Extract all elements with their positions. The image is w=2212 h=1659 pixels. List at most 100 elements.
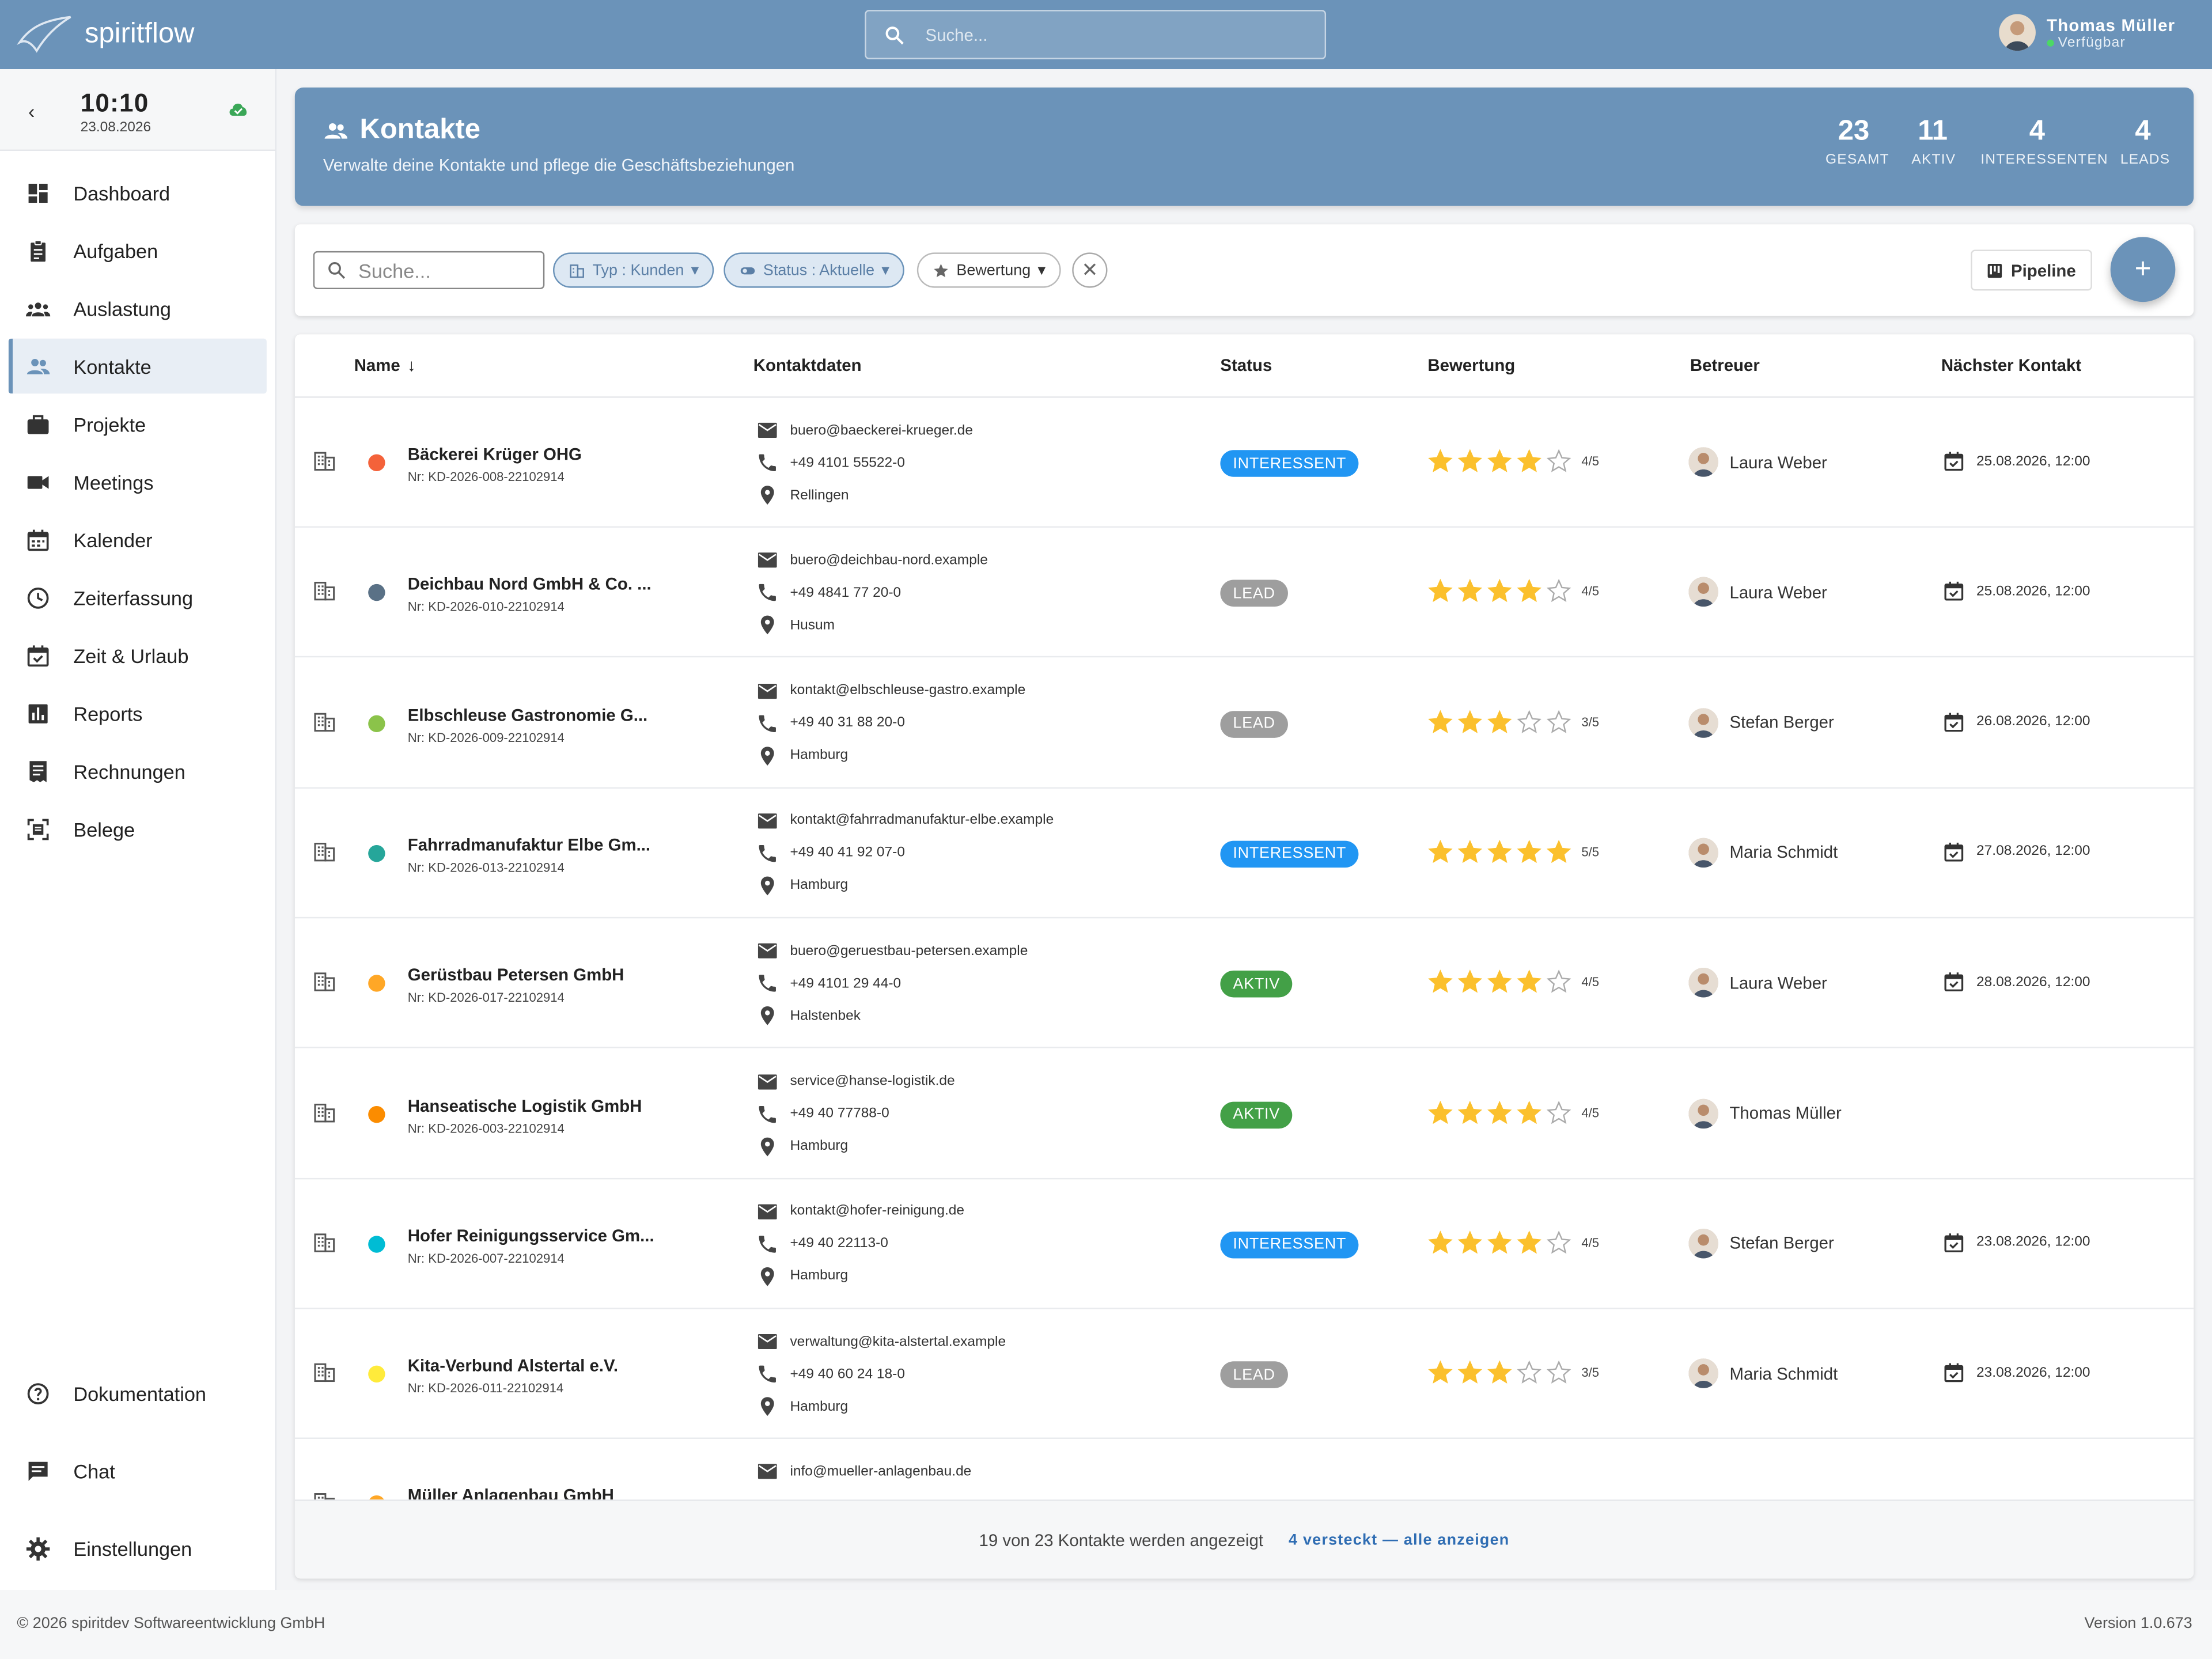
contact-city: Husum (756, 614, 835, 637)
sidebar-item-dashboard[interactable]: Dashboard (9, 165, 267, 221)
phone-icon (759, 1365, 776, 1383)
contact-search[interactable] (313, 251, 545, 290)
filter-status-chip[interactable]: Status : Aktuelle ▾ (724, 252, 905, 288)
column-header-betreuer[interactable]: Betreuer (1690, 355, 1760, 375)
location-pin-icon (760, 616, 774, 635)
sidebar-item-aufgaben[interactable]: Aufgaben (9, 223, 267, 278)
user-status: Verfügbar (2047, 35, 2175, 50)
star-filled-icon (1487, 579, 1512, 603)
status-badge: INTERESSENT (1220, 1231, 1359, 1259)
contact-number: Nr: KD-2026-017-22102914 (407, 990, 565, 1005)
clock-widget: ‹ 10:10 23.08.2026 (0, 69, 275, 151)
table-row[interactable]: Bäckerei Krüger OHG Nr: KD-2026-008-22102… (294, 398, 2194, 528)
column-header-bewertung[interactable]: Bewertung (1427, 355, 1515, 375)
contact-email[interactable]: service@hanse-logistik.de (756, 1070, 955, 1093)
contact-email[interactable]: info@mueller-anlagenbau.de (756, 1461, 971, 1483)
contact-email[interactable]: buero@baeckerei-krueger.de (756, 419, 973, 441)
rating-stars[interactable]: 4/5 (1427, 449, 1599, 474)
phone-text: +49 40 41 92 07-0 (790, 845, 905, 861)
column-header-name[interactable]: Name ↓ (354, 355, 416, 375)
sidebar-item-belege[interactable]: Belege (9, 801, 267, 857)
table-row[interactable]: Fahrradmanufaktur Elbe Gm... Nr: KD-2026-… (294, 789, 2194, 919)
clear-filters-button[interactable]: ✕ (1072, 252, 1108, 288)
people-icon (324, 122, 348, 138)
table-header: Name ↓ Kontaktdaten Status Bewertung Betr… (294, 334, 2194, 398)
calendar-check-icon (1944, 712, 1964, 732)
table-row[interactable]: Elbschleuse Gastronomie G... Nr: KD-2026-… (294, 658, 2194, 788)
contact-name[interactable]: Hanseatische Logistik GmbH (408, 1096, 642, 1115)
mail-icon (757, 683, 777, 699)
filter-rating-chip[interactable]: Bewertung ▾ (916, 252, 1061, 288)
sidebar-item-meetings[interactable]: Meetings (9, 454, 267, 510)
sidebar-item-kalender[interactable]: Kalender (9, 512, 267, 567)
contact-phone[interactable]: +49 40 31 88 20-0 (756, 712, 905, 734)
contact-email[interactable]: buero@deichbau-nord.example (756, 549, 988, 571)
filter-type-label: Typ : Kunden (592, 262, 684, 279)
column-header-kontaktdaten[interactable]: Kontaktdaten (753, 355, 862, 375)
rating-stars[interactable]: 4/5 (1427, 1230, 1599, 1255)
sidebar-item-einstellungen[interactable]: Einstellungen (9, 1521, 267, 1577)
rating-text: 3/5 (1581, 714, 1599, 729)
sidebar-item-kontakte[interactable]: Kontakte (8, 338, 267, 394)
contact-search-input[interactable] (358, 259, 528, 282)
sidebar-item-zeiterfassung[interactable]: Zeiterfassung (9, 570, 267, 625)
star-empty-icon (1546, 969, 1571, 993)
contact-name[interactable]: Hofer Reinigungsservice Gm... (408, 1226, 654, 1245)
contact-name[interactable]: Elbschleuse Gastronomie G... (408, 705, 647, 725)
contact-email[interactable]: kontakt@elbschleuse-gastro.example (756, 679, 1025, 702)
sidebar-item-projekte[interactable]: Projekte (9, 396, 267, 452)
contact-phone[interactable]: +49 4101 55522-0 (756, 452, 905, 474)
sidebar-item-zeit-urlaub[interactable]: Zeit & Urlaub (9, 628, 267, 683)
user-avatar (1998, 14, 2036, 51)
table-row[interactable]: Hofer Reinigungsservice Gm... Nr: KD-2026… (294, 1179, 2194, 1309)
star-empty-icon (1546, 1100, 1571, 1124)
contact-phone[interactable]: +49 40 22113-0 (756, 1233, 888, 1255)
sidebar-item-dokumentation[interactable]: Dokumentation (9, 1366, 267, 1422)
global-search[interactable] (865, 10, 1327, 59)
table-row[interactable]: Hanseatische Logistik GmbH Nr: KD-2026-00… (294, 1049, 2194, 1179)
contact-city: Hamburg (756, 1265, 848, 1287)
contact-name[interactable]: Bäckerei Krüger OHG (408, 444, 582, 464)
contact-phone[interactable]: +49 40 60 24 18-0 (756, 1363, 905, 1385)
contact-email[interactable]: buero@geruestbau-petersen.example (756, 940, 1028, 962)
next-contact-date: 23.08.2026, 12:00 (1976, 1365, 2090, 1381)
contact-phone[interactable]: +49 4101 29 44-0 (756, 972, 901, 995)
contact-name[interactable]: Deichbau Nord GmbH & Co. ... (408, 574, 652, 594)
sidebar-item-chat[interactable]: Chat (9, 1443, 267, 1499)
contact-phone[interactable]: +49 40 41 92 07-0 (756, 842, 905, 865)
add-contact-button[interactable]: + (2110, 237, 2176, 302)
contact-phone[interactable]: +49 4841 77 20-0 (756, 582, 901, 604)
contact-name[interactable]: Gerüstbau Petersen GmbH (408, 965, 624, 985)
brand[interactable]: spiritflow (17, 12, 194, 56)
pipeline-button[interactable]: Pipeline (1971, 249, 2092, 291)
show-all-link[interactable]: 4 versteckt — alle anzeigen (1289, 1531, 1509, 1548)
bar-chart-icon (28, 703, 48, 723)
table-row[interactable]: Gerüstbau Petersen GmbH Nr: KD-2026-017-2… (294, 919, 2194, 1049)
sidebar-item-auslastung[interactable]: Auslastung (9, 281, 267, 336)
rating-stars[interactable]: 4/5 (1427, 579, 1599, 604)
table-row[interactable]: Müller Anlagenbau GmbH info@mueller-anlag… (295, 1440, 2194, 1500)
rating-stars[interactable]: 3/5 (1427, 1360, 1599, 1385)
table-row[interactable]: Deichbau Nord GmbH & Co. ... Nr: KD-2026-… (294, 528, 2194, 658)
sidebar-item-rechnungen[interactable]: Rechnungen (9, 744, 267, 799)
rating-stars[interactable]: 4/5 (1427, 969, 1599, 995)
collapse-sidebar-icon[interactable]: ‹ (28, 100, 35, 123)
contact-name[interactable]: Müller Anlagenbau GmbH (408, 1486, 614, 1500)
contact-name[interactable]: Kita-Verbund Alstertal e.V. (408, 1356, 618, 1376)
user-menu[interactable]: Thomas Müller Verfügbar (1998, 14, 2176, 51)
rating-stars[interactable]: 5/5 (1427, 839, 1599, 865)
contact-phone[interactable]: +49 40 77788-0 (756, 1103, 889, 1125)
sidebar-item-reports[interactable]: Reports (9, 685, 267, 741)
rating-stars[interactable]: 4/5 (1427, 1100, 1599, 1125)
contact-name[interactable]: Fahrradmanufaktur Elbe Gm... (408, 835, 650, 855)
rating-stars[interactable]: 3/5 (1427, 709, 1599, 734)
column-header-status[interactable]: Status (1220, 355, 1272, 375)
contact-email[interactable]: kontakt@fahrradmanufaktur-elbe.example (756, 809, 1054, 832)
contact-email[interactable]: kontakt@hofer-reinigung.de (756, 1200, 964, 1223)
contact-email[interactable]: verwaltung@kita-alstertal.example (756, 1331, 1006, 1353)
star-filled-icon (1428, 969, 1453, 993)
column-header-naechster-kontakt[interactable]: Nächster Kontakt (1941, 355, 2081, 375)
table-row[interactable]: Kita-Verbund Alstertal e.V. Nr: KD-2026-0… (294, 1309, 2194, 1440)
global-search-input[interactable] (925, 24, 1293, 45)
filter-type-chip[interactable]: Typ : Kunden ▾ (553, 252, 715, 288)
